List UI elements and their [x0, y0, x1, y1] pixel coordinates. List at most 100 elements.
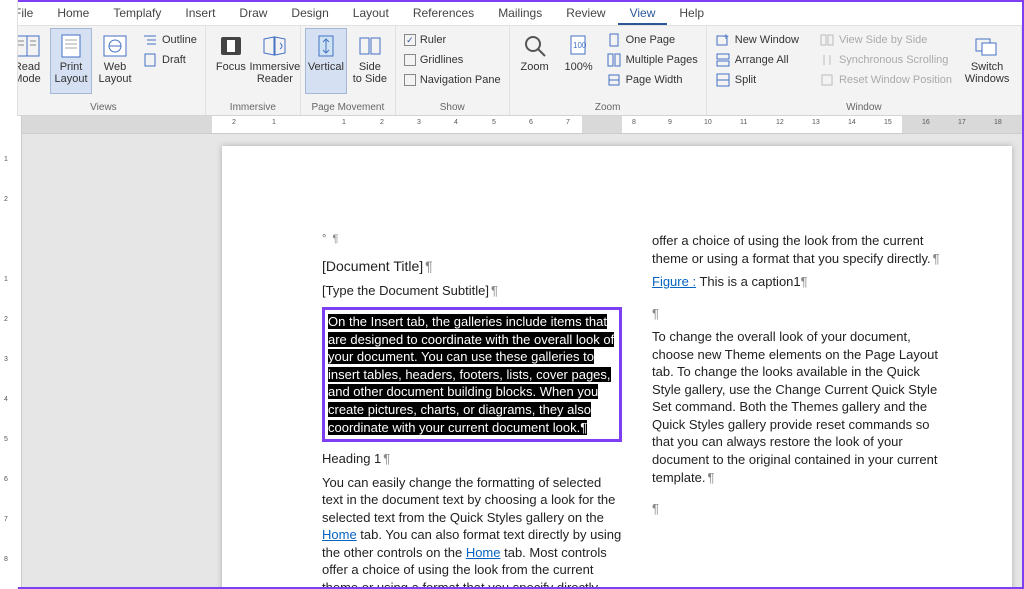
arrange-all-button[interactable]: Arrange All	[711, 50, 803, 70]
ruler-checkbox[interactable]: ✓ Ruler	[400, 30, 505, 50]
hruler-tick: 12	[776, 119, 784, 126]
document-page[interactable]: ° ¶ [Document Title] [Type the Document …	[222, 146, 1012, 587]
multiple-pages-icon	[606, 52, 622, 68]
link-home-1[interactable]: Home	[322, 527, 357, 542]
switch-windows-icon	[973, 33, 1001, 59]
ribbon: Read Mode Print Layout Web Layout Outlin…	[2, 26, 1022, 116]
vruler-tick: 4	[4, 396, 8, 403]
focus-label: Focus	[216, 61, 246, 73]
nav-pane-checkbox[interactable]: Navigation Pane	[400, 70, 505, 90]
hruler-tick: 10	[704, 119, 712, 126]
empty-para2: ¶	[652, 501, 659, 516]
hruler-tick: 1	[342, 119, 346, 126]
group-views: Read Mode Print Layout Web Layout Outlin…	[2, 26, 206, 115]
tab-templafy[interactable]: Templafy	[101, 2, 173, 25]
group-show: ✓ Ruler Gridlines Navigation Pane Show	[396, 26, 510, 115]
switch-windows-button[interactable]: Switch Windows	[966, 28, 1008, 94]
nav-pane-label: Navigation Pane	[420, 74, 501, 86]
doc-degree: °	[322, 233, 326, 245]
horizontal-ruler[interactable]: 2 1 1 2 3 4 5 6 7 8 9 10 11 12 13 14 15 …	[22, 116, 1022, 134]
gridlines-checkbox[interactable]: Gridlines	[400, 50, 505, 70]
hruler-tick: 2	[380, 119, 384, 126]
focus-icon	[217, 33, 245, 59]
workspace: 1 2 1 2 3 4 5 6 7 8 2 1 1 2 3 4 5 6 7 8 …	[2, 116, 1022, 587]
reset-window-label: Reset Window Position	[839, 74, 952, 86]
focus-button[interactable]: Focus	[210, 28, 252, 94]
web-layout-icon	[101, 33, 129, 59]
reset-window-icon	[819, 72, 835, 88]
doc-subtitle[interactable]: [Type the Document Subtitle]	[322, 282, 622, 300]
tab-review[interactable]: Review	[554, 2, 617, 25]
hruler-tick: 6	[529, 119, 533, 126]
p2-continued[interactable]: offer a choice of using the look from th…	[652, 232, 952, 267]
hruler-tick: 2	[232, 119, 236, 126]
selected-paragraph-box[interactable]: On the Insert tab, the galleries include…	[322, 307, 622, 442]
one-page-button[interactable]: One Page	[602, 30, 702, 50]
tab-draw[interactable]: Draw	[227, 2, 279, 25]
menu-bar: File Home Templafy Insert Draw Design La…	[2, 2, 1022, 26]
figure-link[interactable]: Figure :	[652, 274, 696, 289]
group-zoom-label: Zoom	[514, 102, 702, 115]
multiple-pages-label: Multiple Pages	[626, 54, 698, 66]
tab-insert[interactable]: Insert	[173, 2, 227, 25]
print-layout-button[interactable]: Print Layout	[50, 28, 92, 94]
zoom-label: Zoom	[521, 61, 549, 73]
tab-design[interactable]: Design	[279, 2, 340, 25]
body-paragraph-1[interactable]: You can easily change the formatting of …	[322, 474, 622, 587]
vruler-tick: 1	[4, 276, 8, 283]
tab-view[interactable]: View	[618, 2, 668, 25]
hruler-tick: 18	[994, 119, 1002, 126]
hruler-tick: 3	[417, 119, 421, 126]
draft-button[interactable]: Draft	[138, 50, 201, 70]
immersive-reader-label: Immersive Reader	[250, 61, 301, 85]
group-zoom: Zoom 100 100% One Page Multiple Pages Pa…	[510, 26, 707, 115]
vertical-button[interactable]: Vertical	[305, 28, 347, 94]
immersive-reader-button[interactable]: Immersive Reader	[254, 28, 296, 94]
page-width-icon	[606, 72, 622, 88]
figure-caption-text: This is a caption1	[699, 274, 800, 289]
new-window-button[interactable]: + New Window	[711, 30, 803, 50]
vruler-tick: 6	[4, 476, 8, 483]
doc-title[interactable]: [Document Title]	[322, 257, 622, 276]
selected-text[interactable]: On the Insert tab, the galleries include…	[328, 314, 614, 434]
group-immersive: Focus Immersive Reader Immersive	[206, 26, 301, 115]
print-layout-icon	[57, 33, 85, 59]
view-side-by-side-icon	[819, 32, 835, 48]
checkbox-icon	[404, 74, 416, 86]
body-paragraph-3[interactable]: To change the overall look of your docum…	[652, 328, 952, 486]
tab-mailings[interactable]: Mailings	[486, 2, 554, 25]
split-icon	[715, 72, 731, 88]
link-home-2[interactable]: Home	[466, 545, 501, 560]
side-to-side-button[interactable]: Side to Side	[349, 28, 391, 94]
new-window-label: New Window	[735, 34, 799, 46]
zoom-100-button[interactable]: 100 100%	[558, 28, 600, 94]
hruler-tick: 1	[272, 119, 276, 126]
vertical-ruler[interactable]: 1 2 1 2 3 4 5 6 7 8	[2, 116, 22, 587]
arrange-all-label: Arrange All	[735, 54, 789, 66]
hruler-tick: 17	[958, 119, 966, 126]
one-page-label: One Page	[626, 34, 676, 46]
outline-button[interactable]: Outline	[138, 30, 201, 50]
page-width-button[interactable]: Page Width	[602, 70, 702, 90]
split-button[interactable]: Split	[711, 70, 803, 90]
one-page-icon	[606, 32, 622, 48]
ruler-label: Ruler	[420, 34, 446, 46]
sync-scroll-label: Synchronous Scrolling	[839, 54, 948, 66]
multiple-pages-button[interactable]: Multiple Pages	[602, 50, 702, 70]
zoom-button[interactable]: Zoom	[514, 28, 556, 94]
tab-help[interactable]: Help	[667, 2, 716, 25]
hruler-tick: 15	[884, 119, 892, 126]
tab-layout[interactable]: Layout	[341, 2, 401, 25]
tab-home[interactable]: Home	[45, 2, 101, 25]
outline-icon	[142, 32, 158, 48]
group-window-label: Window	[711, 102, 1017, 115]
vruler-tick: 7	[4, 516, 8, 523]
group-views-label: Views	[6, 102, 201, 115]
web-layout-button[interactable]: Web Layout	[94, 28, 136, 94]
vertical-label: Vertical	[308, 61, 344, 73]
hruler-tick: 13	[812, 119, 820, 126]
heading-1[interactable]: Heading 1	[322, 450, 622, 468]
tab-references[interactable]: References	[401, 2, 486, 25]
hruler-tick: 11	[740, 119, 747, 126]
figure-caption[interactable]: Figure : This is a caption1¶	[652, 273, 952, 291]
